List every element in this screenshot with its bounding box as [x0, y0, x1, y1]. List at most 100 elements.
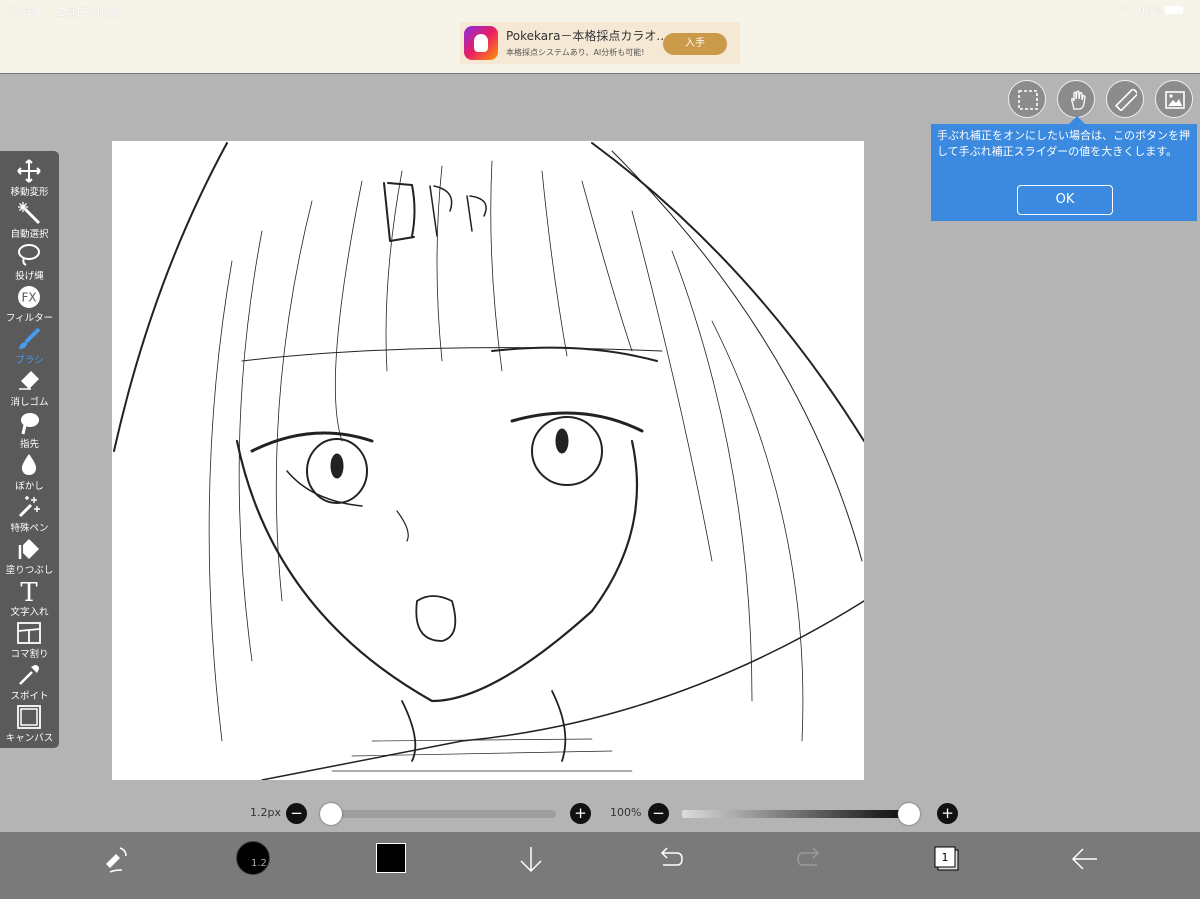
selection-rect-icon	[1018, 90, 1038, 110]
brush-opacity-value: 100%	[610, 806, 642, 819]
lasso-icon	[18, 244, 40, 266]
canvas-icon	[17, 705, 41, 729]
tooltip-ok-button[interactable]: OK	[1017, 185, 1113, 215]
plus-icon: +	[574, 804, 587, 822]
tool-label: 自動選択	[10, 229, 49, 240]
eyedropper-icon	[19, 665, 39, 685]
tool-label: 特殊ペン	[10, 523, 49, 534]
swap-tools-button[interactable]	[100, 844, 130, 878]
brush-size-value: 1.2px	[250, 806, 281, 819]
brush-eraser-swap-icon	[106, 847, 127, 873]
tool-canvas[interactable]: キャンバス	[0, 703, 59, 745]
tool-label: 塗りつぶし	[5, 565, 54, 576]
hand-icon	[1071, 90, 1086, 110]
brush-icon	[19, 327, 41, 349]
ruler-button[interactable]	[1106, 80, 1144, 118]
brush-slider-row: 1.2px − + 100% − +	[0, 800, 1200, 830]
plus-icon: +	[941, 804, 954, 822]
tool-palette: 移動変形 自動選択 投げ縄 FX フィルター ブラシ 消しゴム 指先 ぼかし 特…	[0, 151, 59, 748]
move-icon	[17, 159, 41, 183]
layers-icon: 1	[934, 846, 959, 871]
eraser-icon	[19, 371, 39, 390]
fill-icon	[18, 539, 39, 559]
tool-label: スポイト	[10, 691, 49, 702]
tooltip-message: 手ぶれ補正をオンにしたい場合は、このボタンを押して手ぶれ補正スライダーの値を大き…	[937, 129, 1190, 158]
tool-brush[interactable]: ブラシ	[0, 325, 59, 367]
tool-label: 投げ縄	[15, 271, 44, 282]
brush-opacity-decrease-button[interactable]: −	[648, 803, 669, 824]
ad-title: Pokekara－本格採点カラオ...	[506, 29, 668, 43]
bottom-toolbar: 1.2 1	[0, 832, 1200, 899]
status-date: 2月27日(日)	[58, 6, 121, 19]
undo-icon	[660, 847, 683, 866]
tool-frame-divider[interactable]: コマ割り	[0, 619, 59, 661]
brush-size-slider-knob[interactable]	[320, 803, 342, 825]
tool-text[interactable]: T 文字入れ	[0, 577, 59, 619]
tool-move-transform[interactable]: 移動変形	[0, 157, 59, 199]
tool-label: 消しゴム	[10, 397, 49, 408]
drawing-canvas[interactable]	[112, 141, 864, 780]
brush-size-increase-button[interactable]: +	[570, 803, 591, 824]
frame-divider-icon	[17, 622, 41, 644]
material-button[interactable]	[1155, 80, 1193, 118]
ad-subtitle: 本格採点システムあり、AI分析も可能!	[506, 48, 645, 57]
tool-fill[interactable]: 塗りつぶし	[0, 535, 59, 577]
tool-label: 指先	[19, 439, 39, 450]
tool-lasso[interactable]: 投げ縄	[0, 241, 59, 283]
tool-eraser[interactable]: 消しゴム	[0, 367, 59, 409]
fx-icon-text: FX	[21, 291, 36, 305]
tool-blur[interactable]: ぼかし	[0, 451, 59, 493]
redo-button[interactable]	[795, 844, 825, 878]
special-pen-icon	[18, 496, 40, 518]
brush-opacity-increase-button[interactable]: +	[937, 803, 958, 824]
tool-label: キャンバス	[5, 733, 54, 744]
pokekara-app-icon	[464, 26, 498, 60]
ad-get-button[interactable]: 入手	[663, 33, 727, 55]
magic-wand-icon	[18, 202, 41, 225]
layer-count: 1	[942, 851, 949, 864]
selection-toggle-button[interactable]	[1008, 80, 1046, 118]
brush-opacity-slider[interactable]	[682, 810, 918, 818]
tool-label: フィルター	[5, 313, 54, 324]
minus-icon: −	[652, 804, 665, 822]
wifi-icon: ◠	[1120, 4, 1130, 17]
brush-size-badge: 1.2	[251, 858, 267, 869]
status-battery: 92%	[1138, 4, 1163, 17]
ruler-icon	[1115, 89, 1137, 111]
text-icon-glyph: T	[20, 579, 38, 603]
redo-icon	[797, 847, 820, 866]
status-time: 22:49	[6, 4, 38, 17]
image-icon	[1165, 91, 1185, 109]
tool-label: ブラシ	[15, 355, 44, 366]
brush-size-decrease-button[interactable]: −	[286, 803, 307, 824]
battery-icon	[1165, 6, 1183, 14]
undo-button[interactable]	[655, 844, 685, 878]
arrow-left-icon	[1071, 848, 1097, 870]
brush-opacity-slider-knob[interactable]	[898, 803, 920, 825]
tool-eyedropper[interactable]: スポイト	[0, 661, 59, 703]
tool-label: 文字入れ	[10, 607, 49, 618]
layers-button[interactable]: 1	[932, 844, 962, 878]
download-button[interactable]	[516, 844, 546, 878]
ad-banner[interactable]: Pokekara－本格採点カラオ... 本格採点システムあり、AI分析も可能! …	[460, 22, 740, 64]
stabilizer-button[interactable]	[1057, 80, 1095, 118]
arrow-down-icon	[520, 847, 542, 873]
current-color-swatch	[376, 843, 406, 873]
tool-finger[interactable]: 指先	[0, 409, 59, 451]
tool-special-pen[interactable]: 特殊ペン	[0, 493, 59, 535]
status-bar: 22:49 2月27日(日) ◠ 92%	[0, 0, 1200, 22]
fx-icon: FX	[18, 286, 40, 308]
tool-label: 移動変形	[10, 187, 49, 198]
text-icon: T	[20, 579, 38, 603]
finger-icon	[21, 413, 39, 435]
tool-filter[interactable]: FX フィルター	[0, 283, 59, 325]
tool-auto-select[interactable]: 自動選択	[0, 199, 59, 241]
brush-size-indicator[interactable]: 1.2	[236, 841, 270, 875]
back-button[interactable]	[1070, 844, 1100, 878]
blur-icon	[21, 454, 37, 475]
tool-label: ぼかし	[15, 481, 44, 492]
brush-size-slider[interactable]	[322, 810, 556, 818]
color-picker-button[interactable]	[376, 843, 406, 873]
sketch-artwork	[113, 142, 864, 780]
stabilizer-tooltip: 手ぶれ補正をオンにしたい場合は、このボタンを押して手ぶれ補正スライダーの値を大き…	[931, 116, 1197, 221]
